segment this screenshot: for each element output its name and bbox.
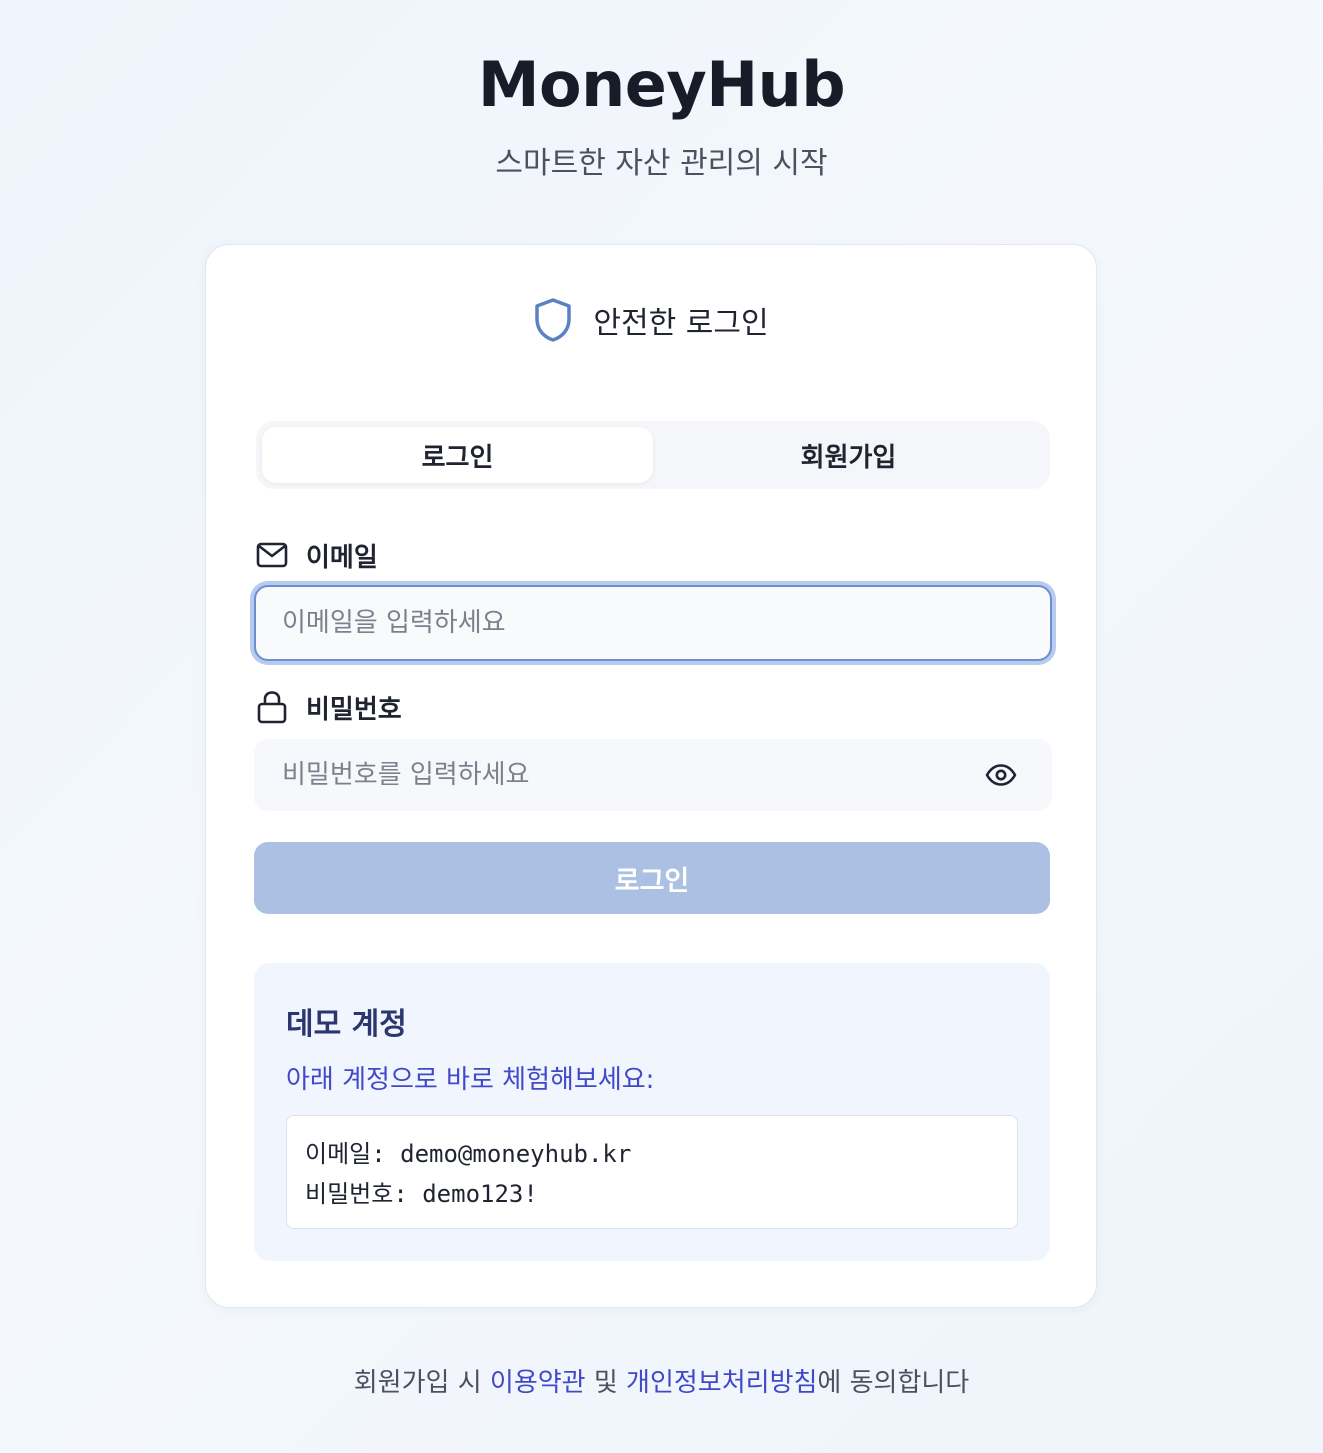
footer-middle: 및	[585, 1368, 627, 1398]
password-label: 비밀번호	[256, 687, 402, 727]
tab-signup[interactable]: 회원가입	[653, 427, 1044, 483]
email-input[interactable]	[254, 585, 1052, 661]
email-label-text: 이메일	[306, 542, 378, 573]
demo-credentials: 이메일: demo@moneyhub.kr 비밀번호: demo123!	[286, 1115, 1018, 1229]
footer-suffix: 에 동의합니다	[817, 1368, 970, 1398]
password-label-text: 비밀번호	[306, 694, 402, 725]
card-title: 안전한 로그인	[593, 306, 769, 341]
login-card: 안전한 로그인 로그인 회원가입 이메일 비밀번호 로그인 데모 계정 아래	[205, 244, 1097, 1308]
card-header: 안전한 로그인	[206, 295, 1096, 345]
login-submit-button[interactable]: 로그인	[254, 842, 1050, 914]
terms-link[interactable]: 이용약관	[490, 1368, 586, 1398]
footer-prefix: 회원가입 시	[353, 1368, 490, 1398]
demo-email-line: 이메일: demo@moneyhub.kr	[305, 1140, 632, 1168]
demo-title: 데모 계정	[286, 1007, 407, 1042]
password-input[interactable]	[254, 739, 1052, 811]
demo-account-box: 데모 계정 아래 계정으로 바로 체험해보세요: 이메일: demo@money…	[254, 963, 1050, 1261]
eye-icon	[985, 764, 1017, 786]
brand-subtitle: 스마트한 자산 관리의 시작	[495, 146, 828, 181]
brand-title: MoneyHub	[477, 48, 846, 121]
password-field	[254, 739, 1052, 811]
auth-tabs: 로그인 회원가입	[256, 421, 1050, 489]
email-label: 이메일	[256, 535, 378, 575]
show-password-toggle[interactable]	[984, 759, 1018, 791]
shield-icon	[535, 298, 572, 342]
footer-consent: 회원가입 시 이용약관 및 개인정보처리방침에 동의합니다	[0, 1362, 1323, 1399]
tab-login[interactable]: 로그인	[262, 427, 653, 483]
demo-password-line: 비밀번호: demo123!	[305, 1180, 538, 1208]
demo-description: 아래 계정으로 바로 체험해보세요:	[286, 1065, 655, 1095]
mail-icon	[256, 542, 288, 568]
lock-icon	[257, 691, 287, 724]
privacy-policy-link[interactable]: 개인정보처리방침	[626, 1368, 817, 1398]
